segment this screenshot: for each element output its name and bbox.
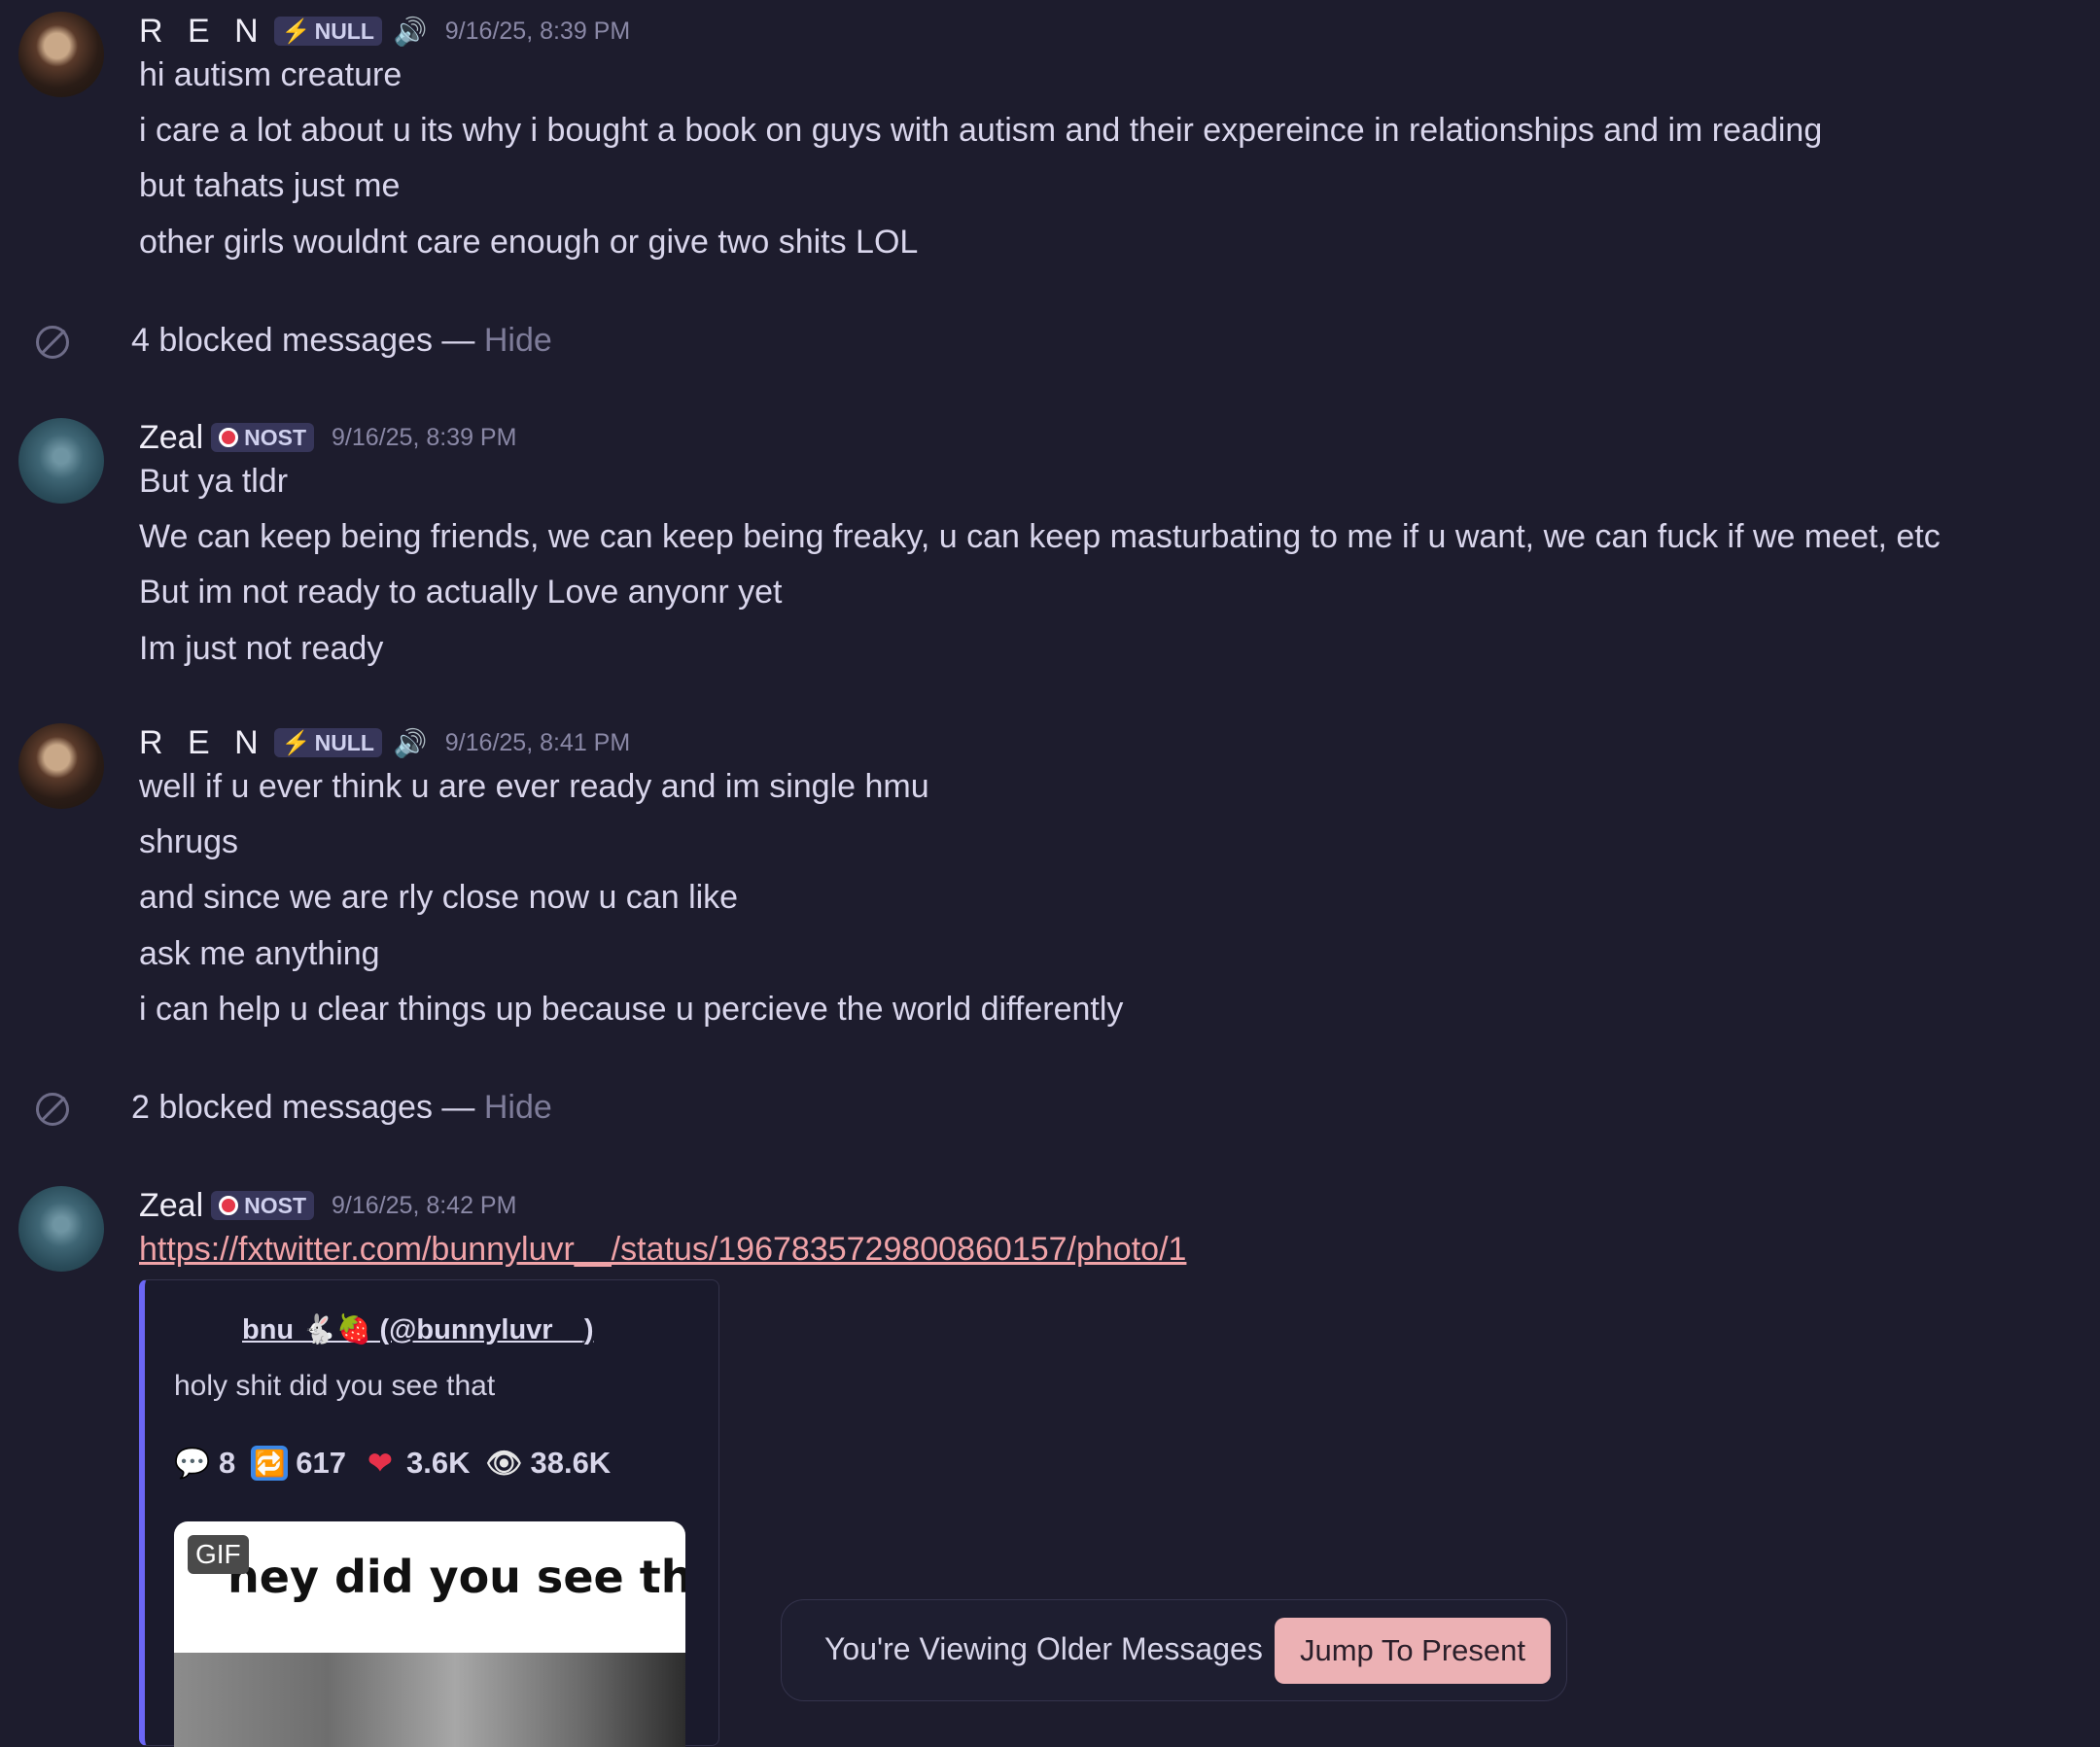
heart-icon: ❤ [368, 1447, 393, 1480]
timestamp[interactable]: 9/16/25, 8:41 PM [445, 729, 630, 757]
comments-stat: 💬 8 [174, 1446, 235, 1481]
message-header: Zeal NOST 9/16/25, 8:39 PM [139, 418, 516, 457]
embed-author[interactable]: bnu 🐇🍓 (@bunnyluvr__) [242, 1313, 594, 1346]
speaker-icon: 🔊 [393, 16, 428, 47]
gif-image [174, 1653, 685, 1747]
likes-stat: ❤ 3.6K [362, 1446, 470, 1481]
older-messages-bar: You're Viewing Older Messages Jump To Pr… [781, 1599, 1567, 1701]
jump-to-present-button[interactable]: Jump To Present [1275, 1618, 1551, 1684]
timestamp[interactable]: 9/16/25, 8:42 PM [332, 1192, 516, 1220]
retweet-icon: 🔁 [251, 1446, 289, 1481]
blocked-icon [36, 1093, 69, 1126]
lightning-bolt-icon: ⚡ [281, 729, 311, 756]
comments-count: 8 [219, 1446, 236, 1480]
message-line: shrugs [139, 823, 239, 860]
blocked-icon [36, 326, 69, 359]
message-line: and since we are rly close now u can lik… [139, 879, 739, 916]
message-line: other girls wouldnt care enough or give … [139, 224, 919, 261]
message-line: ask me anything [139, 935, 380, 972]
hide-blocked-link[interactable]: Hide [484, 1089, 552, 1126]
eye-icon: 👁 [485, 1447, 523, 1480]
blocked-messages-text: 4 blocked messages — Hide [131, 322, 552, 359]
timestamp[interactable]: 9/16/25, 8:39 PM [332, 424, 516, 452]
message-line: i can help u clear things up because u p… [139, 991, 1124, 1028]
message-line: well if u ever think u are ever ready an… [139, 768, 929, 805]
clan-tag-label: NOST [244, 1192, 307, 1218]
username[interactable]: R E N [139, 13, 266, 51]
embed-description: holy shit did you see that [174, 1370, 496, 1402]
hide-blocked-link[interactable]: Hide [484, 322, 552, 359]
clan-tag-label: NULL [314, 729, 374, 755]
views-stat: 👁 38.6K [485, 1446, 611, 1481]
embed-stats: 💬 8 🔁 617 ❤ 3.6K 👁 38.6K [174, 1446, 626, 1481]
views-count: 38.6K [530, 1446, 612, 1480]
older-messages-text: You're Viewing Older Messages [824, 1631, 1263, 1666]
avatar[interactable] [18, 1186, 104, 1272]
message-header: R E N ⚡ NULL 🔊 9/16/25, 8:39 PM [139, 12, 630, 51]
link-embed: bnu 🐇🍓 (@bunnyluvr__) holy shit did you … [139, 1279, 719, 1747]
lightning-bolt-icon: ⚡ [281, 17, 311, 45]
message-line: hi autism creature [139, 56, 402, 93]
username[interactable]: R E N [139, 724, 266, 762]
red-ring-icon [219, 428, 239, 447]
clan-tag[interactable]: ⚡ NULL [273, 17, 382, 46]
speaker-icon: 🔊 [393, 727, 428, 758]
clan-tag-label: NULL [314, 17, 374, 44]
embed-gif[interactable]: hey did you see that GIF [174, 1521, 685, 1747]
comment-icon: 💬 [174, 1447, 211, 1480]
message-line: But ya tldr [139, 463, 289, 500]
message-header: R E N ⚡ NULL 🔊 9/16/25, 8:41 PM [139, 723, 630, 762]
username[interactable]: Zeal [139, 419, 203, 457]
message-line: but tahats just me [139, 167, 401, 204]
username[interactable]: Zeal [139, 1187, 203, 1225]
message-header: Zeal NOST 9/16/25, 8:42 PM [139, 1186, 516, 1225]
gif-badge: GIF [188, 1535, 249, 1574]
message-line: Im just not ready [139, 630, 384, 667]
message-line: We can keep being friends, we can keep b… [139, 518, 1941, 555]
clan-tag-label: NOST [244, 424, 307, 450]
message-line: i care a lot about u its why i bought a … [139, 112, 1823, 149]
timestamp[interactable]: 9/16/25, 8:39 PM [445, 17, 630, 46]
clan-tag[interactable]: NOST [211, 423, 315, 452]
clan-tag[interactable]: NOST [211, 1191, 315, 1220]
retweets-stat: 🔁 617 [251, 1446, 346, 1481]
message-line: But im not ready to actually Love anyonr… [139, 574, 783, 611]
blocked-messages-text: 2 blocked messages — Hide [131, 1089, 552, 1126]
gif-caption: hey did you see that [228, 1551, 685, 1603]
blocked-messages-notice: 4 blocked messages — Hide [0, 318, 2100, 367]
avatar[interactable] [18, 12, 104, 97]
avatar[interactable] [18, 418, 104, 504]
message-link[interactable]: https://fxtwitter.com/bunnyluvr__/status… [139, 1231, 1186, 1269]
likes-count: 3.6K [405, 1446, 471, 1480]
clan-tag[interactable]: ⚡ NULL [273, 728, 382, 757]
avatar[interactable] [18, 723, 104, 809]
blocked-messages-notice: 2 blocked messages — Hide [0, 1085, 2100, 1134]
red-ring-icon [219, 1196, 239, 1215]
retweets-count: 617 [296, 1446, 346, 1480]
